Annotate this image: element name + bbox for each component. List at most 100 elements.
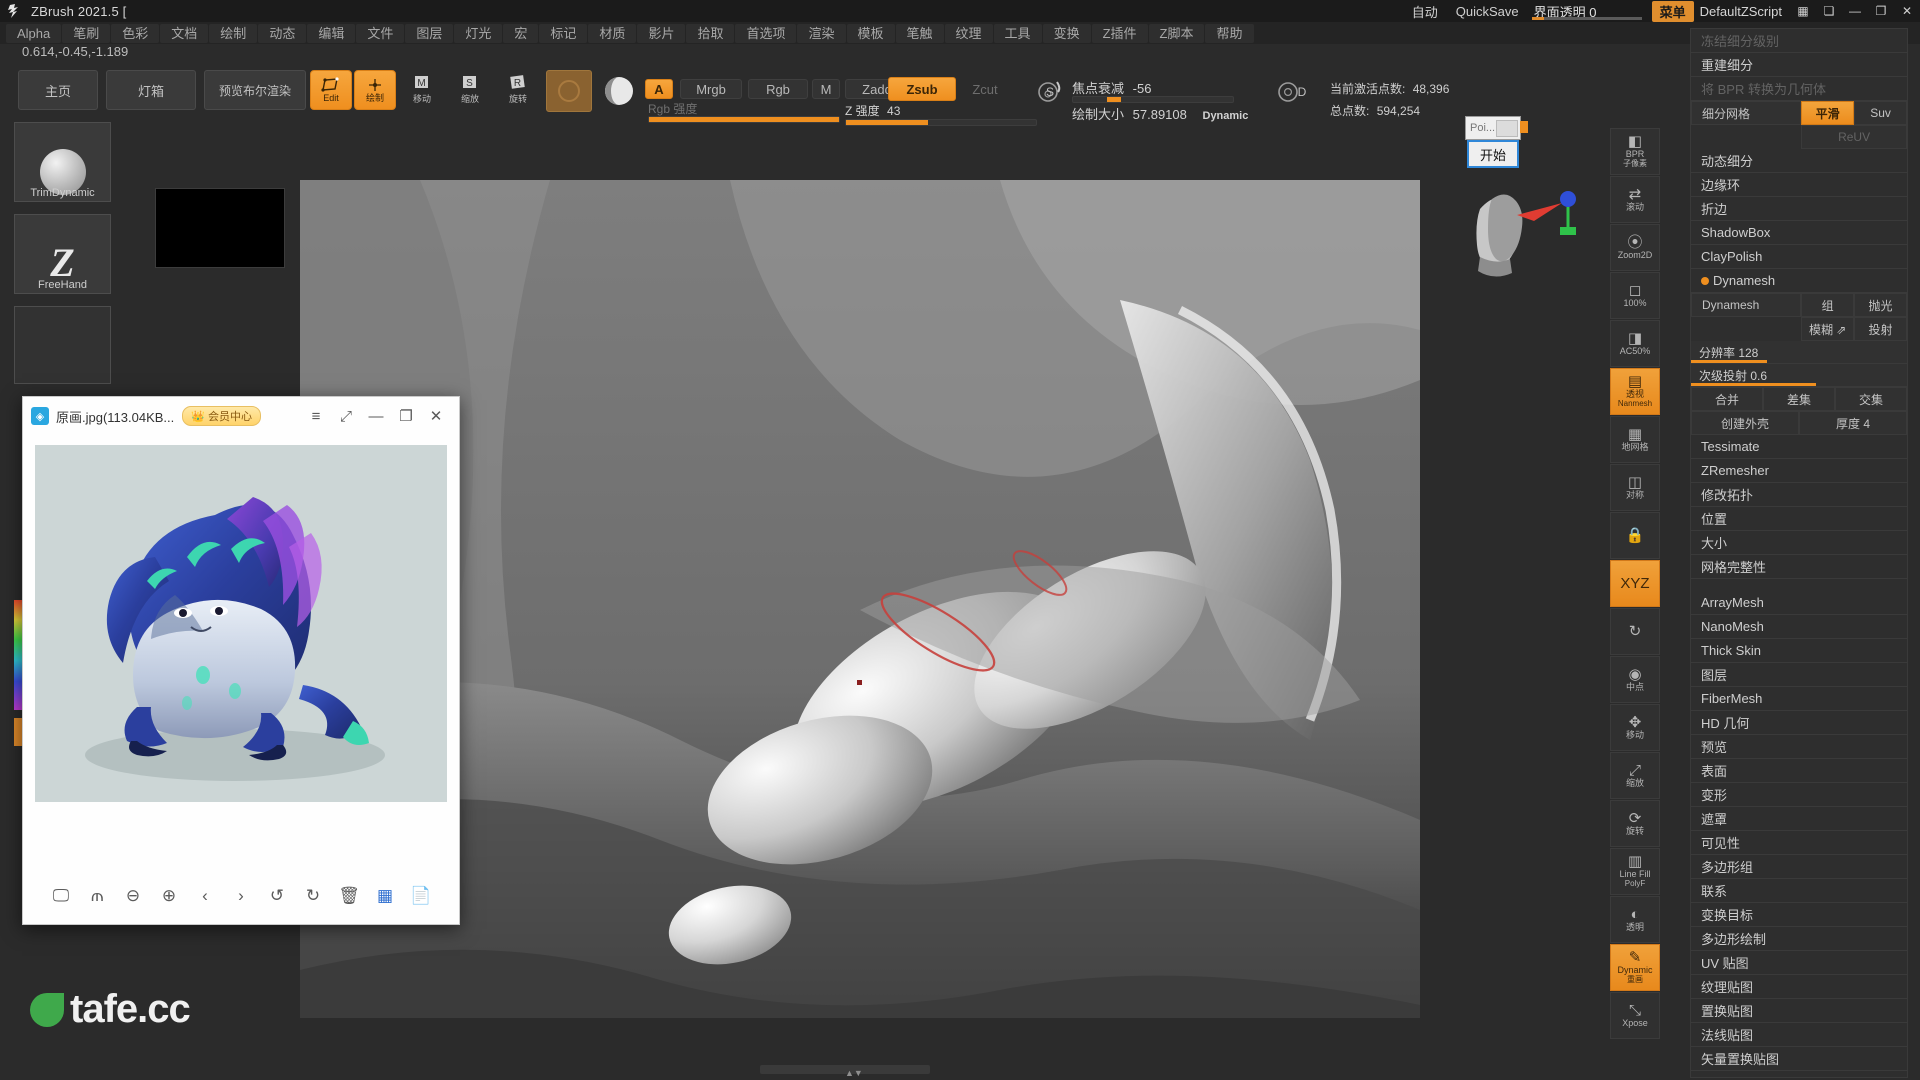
geometry-extra-list[interactable]: Tessimate ZRemesher 修改拓扑 位置 大小 网格完整性 xyxy=(1691,435,1907,579)
document-thumbnail[interactable] xyxy=(155,188,285,268)
viewer-tool-5[interactable]: › xyxy=(230,886,252,906)
boolean-preview-button[interactable]: 预览布尔渲染 xyxy=(204,70,306,110)
boolean-cell-2[interactable]: 交集 xyxy=(1835,387,1907,411)
menu-item-24[interactable]: 帮助 xyxy=(1205,23,1254,43)
viewer-tool-10[interactable]: 📄 xyxy=(410,886,432,906)
interface-transparency-slider[interactable]: 界面透明 0 xyxy=(1528,0,1646,22)
material-sphere-icon[interactable] xyxy=(596,70,642,112)
alpha-toggle[interactable]: A xyxy=(645,79,673,99)
menu-item-9[interactable]: 灯光 xyxy=(454,23,503,43)
shelf-button-xpose[interactable]: ⤡ Xpose xyxy=(1610,992,1660,1039)
panel-row-5[interactable]: 边缘环 xyxy=(1691,173,1907,197)
shelf-button-缩放[interactable]: ⤢ 缩放 xyxy=(1610,752,1660,799)
dynamesh-sliders[interactable]: 分辨率 128 次级投射 0.6 xyxy=(1691,341,1907,387)
grid-icon[interactable]: ▦ xyxy=(1790,0,1816,22)
main-menu-bar[interactable]: Alpha 笔刷 色彩 文档 绘制 动态 编辑 文件 图层 灯光宏标记 材质 影片 拾取 首选项 渲染 模板笔… xyxy=(0,22,1920,44)
viewer-tool-0[interactable]: 🖵 xyxy=(50,886,72,906)
poi-input[interactable] xyxy=(1496,120,1518,137)
menu-item-20[interactable]: 工具 xyxy=(993,23,1042,43)
menu-item-7[interactable]: 文件 xyxy=(356,23,405,43)
menu-item-12[interactable]: 材质 xyxy=(588,23,637,43)
tool-item-可见性[interactable]: 可见性 xyxy=(1691,831,1907,855)
focal-shift-slider[interactable] xyxy=(1072,96,1234,103)
tool-item-nanomesh[interactable]: NanoMesh xyxy=(1691,615,1907,639)
menu-item-3[interactable]: 文档 xyxy=(160,23,209,43)
shell-cell-1[interactable]: 厚度 4 xyxy=(1799,411,1907,435)
menu-item-15[interactable]: 首选项 xyxy=(735,23,797,43)
rgb-intensity-slider[interactable] xyxy=(648,116,840,123)
panel-item-zremesher[interactable]: ZRemesher xyxy=(1691,459,1907,483)
poi-start-button[interactable]: 开始 xyxy=(1467,140,1519,168)
tool-item-uv-贴图[interactable]: UV 贴图 xyxy=(1691,951,1907,975)
menu-item-14[interactable]: 拾取 xyxy=(686,23,735,43)
viewer-fullscreen-icon[interactable]: ⤢ xyxy=(331,403,361,429)
lightbox-button[interactable]: 灯箱 xyxy=(106,70,196,110)
shelf-button-bpr[interactable]: ◧ BPR 子像素 xyxy=(1610,128,1660,175)
zsub-toggle[interactable]: Zsub xyxy=(888,77,956,101)
tool-item-多边形绘制[interactable]: 多边形绘制 xyxy=(1691,927,1907,951)
shelf-button-旋转[interactable]: ⟳ 旋转 xyxy=(1610,800,1660,847)
menu-item-13[interactable]: 影片 xyxy=(637,23,686,43)
home-button[interactable]: 主页 xyxy=(18,70,98,110)
menu-item-23[interactable]: Z脚本 xyxy=(1148,23,1205,43)
tool-item-变换目标[interactable]: 变换目标 xyxy=(1691,903,1907,927)
tool-subpalette-list[interactable]: ArrayMesh NanoMesh Thick Skin 图层 FiberMesh HD… xyxy=(1691,591,1907,1071)
panel-row-4[interactable]: 动态细分 xyxy=(1691,149,1907,173)
zcut-toggle[interactable]: Zcut xyxy=(960,79,1010,99)
viewer-maximize-button[interactable]: ❐ xyxy=(391,403,421,429)
shelf-button-ac50%[interactable]: ◨ AC50% xyxy=(1610,320,1660,367)
tool-item-thick-skin[interactable]: Thick Skin xyxy=(1691,639,1907,663)
tool-item-arraymesh[interactable]: ArrayMesh xyxy=(1691,591,1907,615)
layers-icon[interactable]: ❏ xyxy=(1816,0,1842,22)
poi-popup[interactable]: Poi... xyxy=(1465,116,1528,140)
shell-row[interactable]: 创建外壳 厚度 4 xyxy=(1691,411,1907,435)
tool-item-预览[interactable]: 预览 xyxy=(1691,735,1907,759)
panel-item-大小[interactable]: 大小 xyxy=(1691,531,1907,555)
material-preview-swatch[interactable] xyxy=(546,70,592,112)
viewer-tool-1[interactable]: ⫙ xyxy=(86,886,108,906)
m-toggle[interactable]: M xyxy=(812,79,840,99)
shelf-button-dynamic[interactable]: ✎ Dynamic 重画 xyxy=(1610,944,1660,991)
menu-item-18[interactable]: 笔触 xyxy=(895,23,944,43)
boolean-cell-0[interactable]: 合并 xyxy=(1691,387,1763,411)
tool-item-fibermesh[interactable]: FiberMesh xyxy=(1691,687,1907,711)
vip-badge[interactable]: 👑 会员中心 xyxy=(182,406,261,426)
shelf-button-↻[interactable]: ↻ xyxy=(1610,608,1660,655)
draw-mode-button[interactable]: 绘制 xyxy=(354,70,396,110)
menu-item-0[interactable]: Alpha xyxy=(6,23,62,43)
viewer-close-button[interactable]: ✕ xyxy=(421,403,451,429)
shelf-button-line-fill[interactable]: ▥ Line Fill PolyF xyxy=(1610,848,1660,895)
tool-item-法线贴图[interactable]: 法线贴图 xyxy=(1691,1023,1907,1047)
viewer-minimize-button[interactable]: — xyxy=(361,403,391,429)
tool-item-表面[interactable]: 表面 xyxy=(1691,759,1907,783)
panel-item-位置[interactable]: 位置 xyxy=(1691,507,1907,531)
menu-item-21[interactable]: 变换 xyxy=(1042,23,1091,43)
geometry-subpalette[interactable]: 冻结细分级别 重建细分将 BPR 转换为几何体 细分网格 平滑 Suv ReUV 动态细分边… xyxy=(1691,29,1907,341)
menu-button[interactable]: 菜单 xyxy=(1651,0,1694,22)
panel-cell-10-3[interactable]: 投射 xyxy=(1854,317,1907,341)
sculpt-canvas[interactable] xyxy=(300,180,1420,1018)
panel-cell-3-1[interactable]: Suv xyxy=(1854,101,1907,125)
panel-split-label-3[interactable]: 细分网格 xyxy=(1691,101,1802,125)
tool-item-多边形组[interactable]: 多边形组 xyxy=(1691,855,1907,879)
panel-row-6[interactable]: 折边 xyxy=(1691,197,1907,221)
rgb-toggle[interactable]: Rgb xyxy=(748,79,808,99)
boolean-cell-1[interactable]: 差集 xyxy=(1763,387,1835,411)
tool-item-纹理贴图[interactable]: 纹理贴图 xyxy=(1691,975,1907,999)
shelf-button-xyz[interactable]: XYZ xyxy=(1610,560,1660,607)
menu-item-22[interactable]: Z插件 xyxy=(1091,23,1148,43)
shelf-button-透明[interactable]: ◐ 透明 xyxy=(1610,896,1660,943)
panel-row-8[interactable]: ClayPolish xyxy=(1691,245,1907,269)
shelf-button-移动[interactable]: ✥ 移动 xyxy=(1610,704,1660,751)
panel-slider-0[interactable]: 分辨率 128 xyxy=(1691,341,1907,364)
menu-item-10[interactable]: 宏 xyxy=(503,23,539,43)
tool-item-遮罩[interactable]: 遮罩 xyxy=(1691,807,1907,831)
move-mode-button[interactable]: M 移动 xyxy=(402,70,442,108)
shelf-button-100%[interactable]: ◻ 100% xyxy=(1610,272,1660,319)
menu-item-4[interactable]: 绘制 xyxy=(209,23,258,43)
minimize-button[interactable]: — xyxy=(1842,0,1868,22)
menu-item-5[interactable]: 动态 xyxy=(258,23,307,43)
menu-item-16[interactable]: 渲染 xyxy=(797,23,846,43)
viewer-tool-8[interactable]: 🗑 xyxy=(338,886,360,906)
shelf-button-中点[interactable]: ◉ 中点 xyxy=(1610,656,1660,703)
